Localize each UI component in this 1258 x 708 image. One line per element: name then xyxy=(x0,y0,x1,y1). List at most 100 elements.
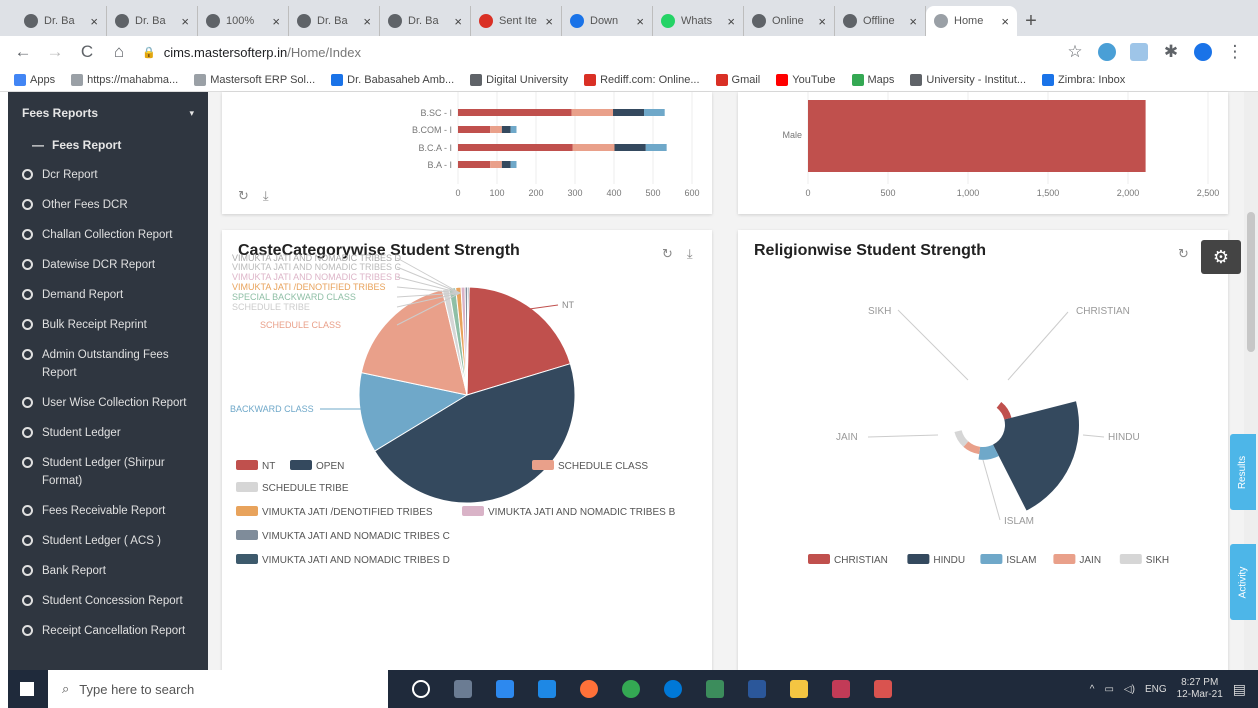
firefox-icon[interactable] xyxy=(580,680,598,698)
edge-icon[interactable] xyxy=(664,680,682,698)
bookmark-item[interactable]: University - Institut... xyxy=(910,73,1026,86)
app-icon-3[interactable] xyxy=(832,680,850,698)
bookmark-item[interactable]: Dr. Babasaheb Amb... xyxy=(331,73,454,86)
close-icon[interactable]: × xyxy=(90,14,98,29)
download-icon[interactable]: ⤓ xyxy=(263,188,269,204)
legend-swatch[interactable] xyxy=(907,554,930,564)
profile-avatar[interactable] xyxy=(1194,43,1212,61)
close-icon[interactable]: × xyxy=(454,14,462,29)
bookmark-item[interactable]: Maps xyxy=(851,73,894,86)
tray-chevron-icon[interactable]: ^ xyxy=(1090,684,1095,695)
bookmark-item[interactable]: Digital University xyxy=(470,73,568,86)
store-icon[interactable] xyxy=(496,680,514,698)
chrome-icon[interactable] xyxy=(622,680,640,698)
close-icon[interactable]: × xyxy=(181,14,189,29)
sidebar-item[interactable]: Admin Outstanding Fees Report xyxy=(8,340,208,388)
extension-icon-2[interactable] xyxy=(1130,43,1148,61)
legend-swatch[interactable] xyxy=(980,554,1003,564)
browser-tab[interactable]: 100% × xyxy=(198,6,289,36)
sidebar-item[interactable]: Student Ledger xyxy=(8,418,208,448)
browser-tab[interactable]: Sent Ite × xyxy=(471,6,562,36)
sidebar-item[interactable]: Bank Report xyxy=(8,556,208,586)
refresh-icon[interactable]: ↻ xyxy=(238,188,249,204)
sidebar-submenu-fees-report[interactable]: — Fees Report xyxy=(8,130,208,160)
bookmark-item[interactable]: Mastersoft ERP Sol... xyxy=(194,73,315,86)
taskbar-search-box[interactable]: ⌕ Type here to search xyxy=(48,670,388,708)
legend-swatch[interactable] xyxy=(1053,554,1076,564)
browser-tab[interactable]: Down × xyxy=(562,6,653,36)
close-icon[interactable]: × xyxy=(272,14,280,29)
sidebar-item[interactable]: Student Ledger ( ACS ) xyxy=(8,526,208,556)
legend-swatch[interactable] xyxy=(808,554,830,564)
new-tab-button[interactable]: + xyxy=(1017,6,1045,36)
bookmark-item[interactable]: Zimbra: Inbox xyxy=(1042,73,1125,86)
close-icon[interactable]: × xyxy=(909,14,917,29)
sidebar-item[interactable]: Dcr Report xyxy=(8,160,208,190)
windows-start-icon[interactable] xyxy=(20,682,34,696)
browser-tab[interactable]: Dr. Ba × xyxy=(380,6,471,36)
legend-swatch[interactable] xyxy=(236,460,258,470)
settings-gear-button[interactable]: ⚙ xyxy=(1201,240,1241,274)
menu-kebab-icon[interactable]: ⋮ xyxy=(1226,42,1244,62)
mail-icon[interactable] xyxy=(538,680,556,698)
sidebar-item[interactable]: Other Fees DCR xyxy=(8,190,208,220)
legend-swatch[interactable] xyxy=(236,530,258,540)
legend-swatch[interactable] xyxy=(236,506,258,516)
sidebar-item[interactable]: Receipt Cancellation Report xyxy=(8,616,208,646)
language-indicator[interactable]: ENG xyxy=(1145,684,1167,695)
browser-tab[interactable]: Whats × xyxy=(653,6,744,36)
bookmark-item[interactable]: Gmail xyxy=(715,73,760,86)
notifications-icon[interactable]: ▤ xyxy=(1233,681,1246,698)
browser-tab[interactable]: Dr. Ba × xyxy=(16,6,107,36)
url-field[interactable]: 🔒 cims.mastersofterp.in/Home/Index xyxy=(142,39,1052,65)
legend-swatch[interactable] xyxy=(290,460,312,470)
network-icon[interactable]: ▭ xyxy=(1104,684,1113,695)
browser-tab[interactable]: Offline × xyxy=(835,6,926,36)
sidebar-item[interactable]: Student Concession Report xyxy=(8,586,208,616)
bookmark-item[interactable]: YouTube xyxy=(776,73,836,86)
cortana-icon[interactable] xyxy=(412,680,430,698)
browser-tab[interactable]: Dr. Ba × xyxy=(289,6,380,36)
sidebar-item[interactable]: Demand Report xyxy=(8,280,208,310)
sidebar-item[interactable]: Bulk Receipt Reprint xyxy=(8,310,208,340)
close-icon[interactable]: × xyxy=(727,14,735,29)
bookmark-item[interactable]: https://mahabma... xyxy=(71,73,178,86)
sidebar-item[interactable]: Fees Receivable Report xyxy=(8,496,208,526)
scrollbar-thumb[interactable] xyxy=(1247,212,1255,352)
back-icon[interactable]: ← xyxy=(14,42,32,62)
forward-icon[interactable]: → xyxy=(46,42,64,62)
sidebar-item[interactable]: Challan Collection Report xyxy=(8,220,208,250)
legend-swatch[interactable] xyxy=(1119,554,1142,564)
extension-icon[interactable] xyxy=(1098,43,1116,61)
sidebar-item[interactable]: Datewise DCR Report xyxy=(8,250,208,280)
results-side-tab[interactable]: Results xyxy=(1230,434,1256,510)
sidebar-item[interactable]: User Wise Collection Report xyxy=(8,388,208,418)
activity-side-tab[interactable]: Activity xyxy=(1230,544,1256,620)
app-icon-2[interactable] xyxy=(748,680,766,698)
rose-slice[interactable] xyxy=(996,401,1012,420)
close-icon[interactable]: × xyxy=(818,14,826,29)
legend-swatch[interactable] xyxy=(462,506,484,516)
app-icon-4[interactable] xyxy=(874,680,892,698)
extensions-puzzle-icon[interactable]: ✱ xyxy=(1162,42,1180,62)
bookmark-star-icon[interactable]: ☆ xyxy=(1066,42,1084,62)
file-explorer-icon[interactable] xyxy=(790,680,808,698)
legend-swatch[interactable] xyxy=(236,554,258,564)
close-icon[interactable]: × xyxy=(363,14,371,29)
close-icon[interactable]: × xyxy=(1001,14,1009,29)
legend-swatch[interactable] xyxy=(532,460,554,470)
close-icon[interactable]: × xyxy=(636,14,644,29)
bookmark-item[interactable]: Rediff.com: Online... xyxy=(584,73,700,86)
legend-swatch[interactable] xyxy=(236,482,258,492)
clock[interactable]: 8:27 PM 12-Mar-21 xyxy=(1177,677,1223,701)
task-view-icon[interactable] xyxy=(454,680,472,698)
home-icon[interactable]: ⌂ xyxy=(110,42,128,62)
volume-icon[interactable]: ◁) xyxy=(1124,684,1135,695)
browser-tab[interactable]: Online × xyxy=(744,6,835,36)
sidebar-item[interactable]: Student Ledger (Shirpur Format) xyxy=(8,448,208,496)
browser-tab[interactable]: Home × xyxy=(926,6,1017,36)
sidebar-section-fees-reports[interactable]: Fees Reports ▾ xyxy=(8,92,208,130)
close-icon[interactable]: × xyxy=(545,14,553,29)
browser-tab[interactable]: Dr. Ba × xyxy=(107,6,198,36)
bookmark-item[interactable]: Apps xyxy=(14,73,55,86)
